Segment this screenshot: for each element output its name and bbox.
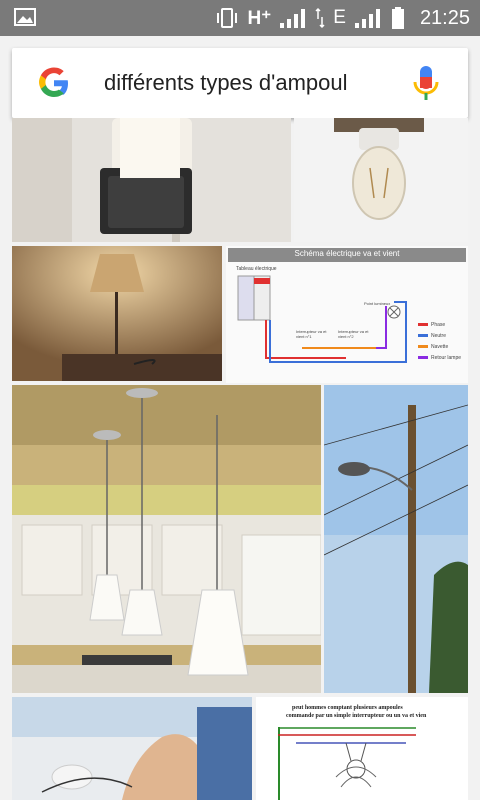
street-lamp-image — [324, 385, 468, 693]
network-type-label-2: E — [333, 7, 346, 28]
image-result-street-lamp[interactable] — [324, 385, 468, 693]
image-result-nightlight[interactable] — [12, 118, 291, 242]
search-bar[interactable]: différents types d'ampoul — [12, 48, 468, 118]
kitchen-pendants-image — [12, 385, 321, 693]
hand-wiring-image — [12, 697, 252, 800]
google-g-icon[interactable] — [34, 63, 74, 103]
battery-icon — [391, 7, 404, 29]
clock: 21:25 — [419, 6, 470, 29]
signal-icon-2 — [354, 9, 380, 28]
switch1-label: Interrupteur va et vient n°1 — [296, 329, 327, 339]
image-result-wiring-diagram[interactable]: Schéma électrique va et vient Tableau él… — [226, 246, 468, 383]
legend-neutre: Neutre — [431, 333, 447, 339]
image-result-hand-wiring[interactable] — [12, 697, 252, 800]
status-bar: H⁺ E 21:25 — [0, 0, 480, 36]
legend-retour: Retour lampe — [431, 355, 462, 361]
network-type-label: H⁺ — [247, 7, 272, 29]
switch2-label: Interrupteur va et vient n°2 — [338, 329, 369, 339]
image-result-wiring-diagram-2[interactable]: peut hommes comptant plusieurs ampoules … — [256, 697, 468, 800]
legend-navette: Navette — [431, 344, 449, 350]
wiring-lines — [237, 275, 428, 363]
image-results-grid: Schéma électrique va et vient Tableau él… — [0, 118, 480, 800]
microphone-icon[interactable] — [412, 63, 440, 103]
gallery-notification-icon — [14, 8, 36, 26]
filament-bulb-image — [294, 118, 468, 242]
nightlight-image — [12, 118, 291, 242]
image-result-table-lamp[interactable] — [12, 246, 222, 381]
signal-icon — [280, 9, 306, 28]
search-input[interactable]: différents types d'ampoul — [104, 70, 402, 96]
wiring-diagram-2-lines — [278, 727, 416, 800]
data-arrows-icon — [315, 7, 325, 29]
table-lamp-image — [12, 246, 222, 381]
legend-phase: Phase — [431, 322, 446, 328]
point-label: Point lumineux — [364, 301, 391, 306]
vibrate-icon — [216, 8, 237, 28]
image-result-filament-bulb[interactable] — [294, 118, 468, 242]
image-result-kitchen-pendants[interactable] — [12, 385, 321, 693]
